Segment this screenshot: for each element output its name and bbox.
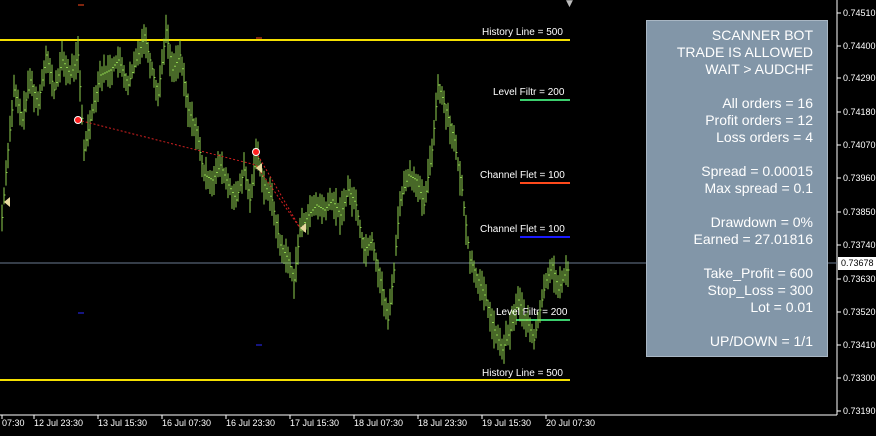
time-tick: 17 Jul 15:30 xyxy=(290,418,340,428)
panel-updown: UP/DOWN = 1/1 xyxy=(709,333,813,349)
trade-open-marker xyxy=(252,148,260,156)
current-price-marker: 0.73678 xyxy=(838,257,876,270)
level-filtr-bottom-label: Level Filtr = 200 xyxy=(496,307,568,318)
panel-drawdown: Drawdown = 0% xyxy=(710,214,813,230)
history-line-bottom-label: History Line = 500 xyxy=(482,368,563,379)
time-tick: 13 Jul 15:30 xyxy=(98,418,148,428)
trade-open-marker xyxy=(74,116,82,124)
panel-max-spread: Max spread = 0.1 xyxy=(704,180,813,196)
price-tick: 0.74400 xyxy=(843,41,876,51)
panel-stop-loss: Stop_Loss = 300 xyxy=(707,282,813,298)
panel-trade-status: TRADE IS ALLOWED xyxy=(676,44,813,60)
panel-spread: Spread = 0.00015 xyxy=(701,163,813,179)
price-tick: 0.74070 xyxy=(843,140,876,150)
price-tick: 0.73410 xyxy=(843,340,876,350)
price-tick: 0.73520 xyxy=(843,307,876,317)
panel-take-profit: Take_Profit = 600 xyxy=(703,265,813,281)
price-tick: 0.73850 xyxy=(843,207,876,217)
panel-profit-orders: Profit orders = 12 xyxy=(705,112,813,128)
level-filtr-top-label: Level Filtr = 200 xyxy=(493,87,565,98)
price-tick: 0.74180 xyxy=(843,107,876,117)
trade-connector-line xyxy=(77,119,301,229)
panel-loss-orders: Loss orders = 4 xyxy=(716,129,813,145)
panel-all-orders: All orders = 16 xyxy=(722,95,813,111)
scroll-marker-icon[interactable]: ▼ xyxy=(566,0,576,9)
time-tick: 18 Jul 07:30 xyxy=(354,418,404,428)
price-tick: 0.74290 xyxy=(843,73,876,83)
price-tick: 0.73190 xyxy=(843,406,876,416)
channel-flet-blue-label: Channel Flet = 100 xyxy=(480,224,565,235)
price-tick: 0.73300 xyxy=(843,373,876,383)
history-line-top-label: History Line = 500 xyxy=(482,27,563,38)
panel-earned: Earned = 27.01816 xyxy=(693,231,814,247)
time-tick: 20 Jul 07:30 xyxy=(546,418,596,428)
trade-close-arrow-icon xyxy=(4,197,10,207)
time-tick: 07:30 xyxy=(2,418,25,428)
price-tick: 0.74510 xyxy=(843,8,876,18)
trade-close-arrow-icon xyxy=(300,223,306,233)
price-tick: 0.73960 xyxy=(843,173,876,183)
time-tick: 19 Jul 15:30 xyxy=(482,418,532,428)
price-tick: 0.73630 xyxy=(843,274,876,284)
channel-flet-red-label: Channel Flet = 100 xyxy=(480,170,565,181)
panel-lot: Lot = 0.01 xyxy=(750,299,813,315)
trade-close-arrow-icon xyxy=(256,163,262,173)
time-tick: 16 Jul 23:30 xyxy=(226,418,276,428)
time-tick: 18 Jul 23:30 xyxy=(418,418,468,428)
scanner-bot-info-panel: SCANNER BOT TRADE IS ALLOWED WAIT > AUDC… xyxy=(646,20,828,357)
panel-wait-symbol: WAIT > AUDCHF xyxy=(705,61,813,77)
panel-title: SCANNER BOT xyxy=(711,27,813,43)
price-tick: 0.73740 xyxy=(843,240,876,250)
time-tick: 16 Jul 07:30 xyxy=(162,418,212,428)
trading-terminal-window: History Line = 500 Level Filtr = 200 Cha… xyxy=(0,0,876,436)
time-tick: 12 Jul 23:30 xyxy=(34,418,84,428)
